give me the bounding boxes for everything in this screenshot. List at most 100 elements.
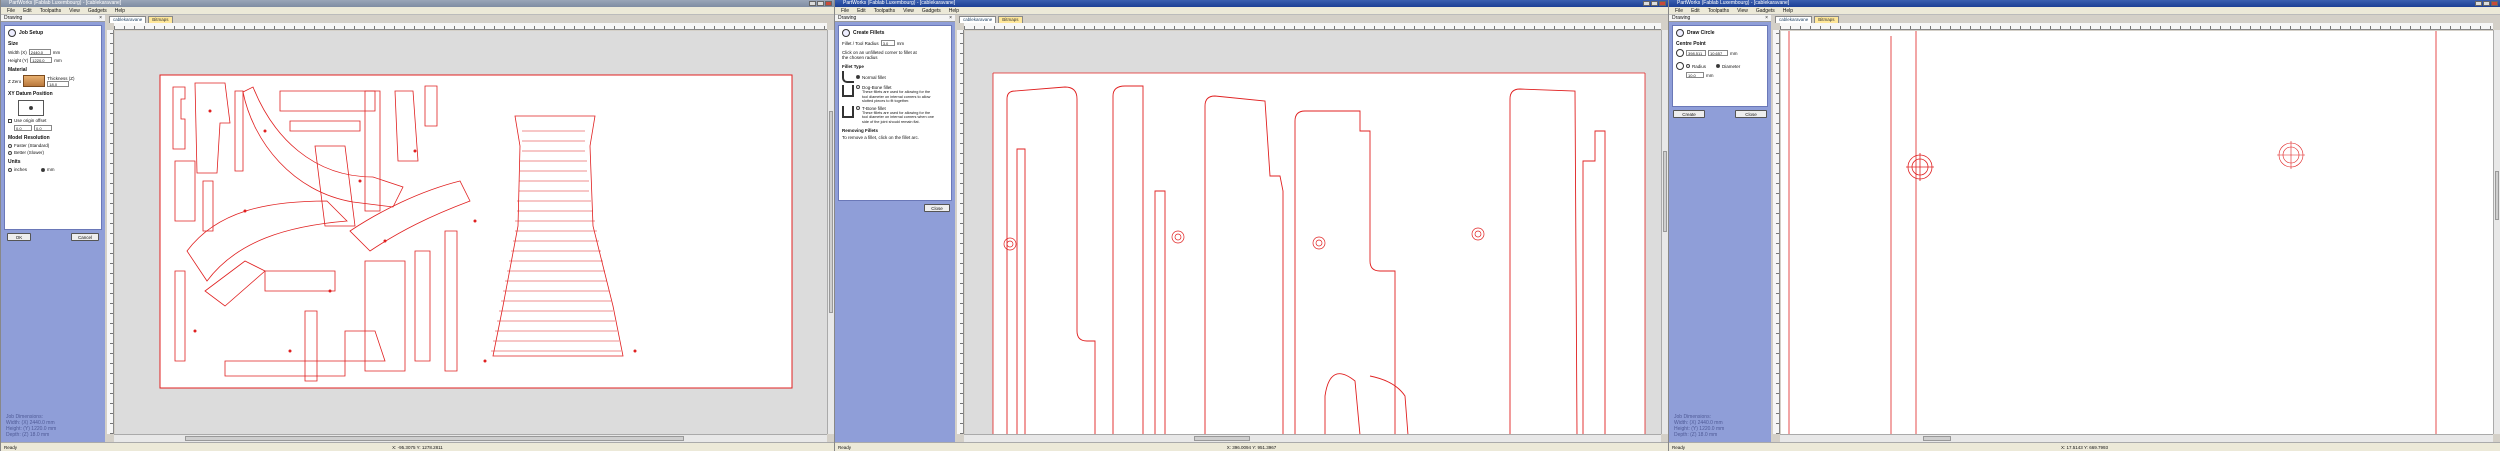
vector-parts[interactable] (1788, 31, 2437, 434)
vertical-scrollbar[interactable] (827, 30, 834, 434)
dogbone-fillet-radio[interactable] (856, 85, 860, 89)
close-icon[interactable]: × (99, 15, 102, 22)
menu-view[interactable]: View (1737, 7, 1748, 14)
vertical-scrollbar[interactable] (2493, 30, 2500, 434)
radius-radio[interactable] (1686, 64, 1690, 68)
center-x-input[interactable]: 398.511 (1686, 50, 1706, 56)
sheet-outline (159, 74, 793, 389)
radius-diameter-icon (1676, 62, 1684, 70)
menu-edit[interactable]: Edit (857, 7, 866, 14)
diameter-radio[interactable] (1716, 64, 1721, 68)
menu-toolpaths[interactable]: Toolpaths (40, 7, 61, 14)
close-window-button[interactable] (825, 1, 832, 6)
removing-fillets-section: Removing Fillets (842, 128, 879, 133)
thickness-input[interactable]: 18.0 (47, 80, 70, 87)
use-offset-checkbox[interactable] (8, 118, 12, 123)
cancel-button[interactable]: Cancel (71, 233, 99, 241)
menu-gadgets[interactable]: Gadgets (88, 7, 107, 14)
close-window-button[interactable] (1659, 1, 1666, 6)
tab-document[interactable]: cablekaravane (1775, 16, 1813, 23)
vertical-ruler (957, 30, 964, 434)
height-input[interactable]: 1220.0 (30, 57, 53, 63)
menu-view[interactable]: View (69, 7, 80, 14)
job-dimensions-info: Job Dimensions: Width: (X) 2440.0 mm Hei… (1674, 414, 1724, 438)
menu-toolpaths[interactable]: Toolpaths (874, 7, 895, 14)
resolution-standard-radio[interactable] (8, 143, 12, 148)
menu-gadgets[interactable]: Gadgets (1756, 7, 1775, 14)
maximize-button[interactable] (817, 1, 824, 6)
close-button[interactable]: Close (1735, 110, 1767, 118)
menu-file[interactable]: File (1675, 7, 1683, 14)
tab-document[interactable]: cablekaravane (959, 16, 997, 23)
offset-y-input[interactable]: 0.0 (34, 125, 52, 131)
menu-toolpaths[interactable]: Toolpaths (1708, 7, 1729, 14)
create-button[interactable]: Create (1673, 110, 1705, 118)
use-offset-label: Use origin offset (14, 118, 47, 123)
horizontal-scrollbar[interactable] (1780, 434, 2493, 442)
origin-selector[interactable] (18, 100, 44, 116)
close-button[interactable]: Close (924, 204, 950, 212)
drawing-canvas[interactable] (965, 31, 1661, 434)
tab-bitmaps[interactable]: Bitmaps (998, 16, 1023, 23)
menu-help[interactable]: Help (949, 7, 959, 14)
horizontal-ruler (114, 23, 827, 30)
hint-text: Click on an unfilleted corner to fillet … (842, 50, 917, 60)
drawing-canvas[interactable] (115, 31, 827, 434)
tbone-fillet-radio[interactable] (856, 105, 860, 110)
offset-x-input[interactable]: 0.0 (14, 125, 32, 131)
menu-edit[interactable]: Edit (1691, 7, 1700, 14)
radius-input[interactable]: 3.0 (880, 40, 895, 46)
info-line: Depth: (Z) 18.0 mm (6, 432, 50, 438)
create-fillets-form: Create Fillets Fillet / Tool Radius 3.0 mm… (838, 25, 952, 201)
resolution-better-radio[interactable] (8, 150, 12, 155)
menu-file[interactable]: File (841, 7, 849, 14)
normal-fillet-radio[interactable] (856, 75, 860, 79)
horizontal-scrollbar[interactable] (114, 434, 827, 442)
ok-button[interactable]: OK (7, 233, 31, 241)
window-draw-circle: PartWorks (Fablab Luxembourg) - [cableka… (1668, 0, 2500, 451)
menu-edit[interactable]: Edit (23, 7, 32, 14)
drawn-circle[interactable] (1906, 153, 1934, 181)
dogbone-description: These fillets are used for allowing for … (862, 90, 931, 103)
material-block-icon (23, 75, 46, 87)
menu-gadgets[interactable]: Gadgets (922, 7, 941, 14)
drawing-panel: Drawing × Create Fillets Fillet / Tool Ra… (835, 15, 955, 442)
maximize-button[interactable] (2483, 1, 2490, 6)
tab-bitmaps[interactable]: Bitmaps (148, 16, 173, 23)
center-y-input[interactable]: 10.657 (1708, 50, 1728, 56)
menu-file[interactable]: File (7, 7, 15, 14)
minimize-button[interactable] (2475, 1, 2482, 6)
horizontal-scrollbar[interactable] (964, 434, 1661, 442)
menu-help[interactable]: Help (1783, 7, 1793, 14)
width-input[interactable]: 2440.0 (28, 49, 51, 55)
drawing-canvas[interactable] (1781, 31, 2493, 434)
maximize-button[interactable] (1651, 1, 1658, 6)
z-zero-label: Z Zero (8, 78, 22, 84)
horizontal-ruler (964, 23, 1661, 30)
status-bar: Ready X: 17.5143 Y: 669.7993 (1669, 442, 2500, 451)
origin-radio[interactable] (29, 106, 33, 110)
radius-label: Fillet / Tool Radius (842, 40, 879, 46)
minimize-button[interactable] (1643, 1, 1650, 6)
horizontal-ruler (1780, 23, 2493, 30)
menu-bar: File Edit Toolpaths View Gadgets Help (1669, 7, 2500, 15)
close-icon[interactable]: × (1765, 15, 1768, 22)
vertical-scrollbar[interactable] (1661, 30, 1668, 434)
units-inches-radio[interactable] (8, 167, 12, 172)
tab-bitmaps[interactable]: Bitmaps (1814, 16, 1839, 23)
fillet-tool-icon (842, 29, 850, 37)
normal-fillet-label: Normal fillet (862, 74, 886, 80)
close-icon[interactable]: × (949, 15, 952, 22)
diameter-input[interactable]: 10.0 (1686, 72, 1704, 78)
menu-view[interactable]: View (903, 7, 914, 14)
panel-header: Drawing × (1669, 15, 1771, 22)
close-window-button[interactable] (2491, 1, 2498, 6)
resolution-section: Model Resolution (8, 135, 50, 141)
panel-header: Drawing × (835, 15, 955, 22)
tab-document[interactable]: cablekaravane (109, 16, 147, 23)
minimize-button[interactable] (809, 1, 816, 6)
status-text: Ready (4, 445, 18, 450)
units-mm-radio[interactable] (41, 167, 46, 172)
menu-help[interactable]: Help (115, 7, 125, 14)
units-section: Units (8, 159, 21, 165)
